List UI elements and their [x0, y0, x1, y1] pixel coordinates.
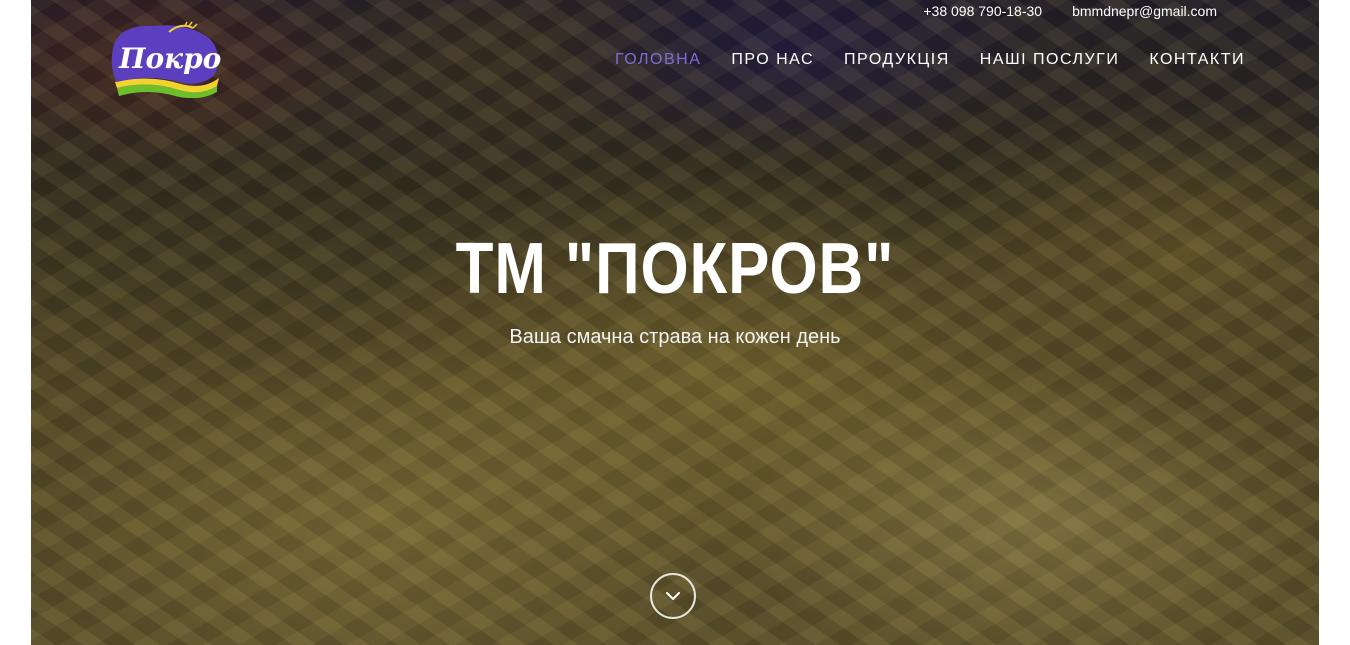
nav-item-services[interactable]: НАШІ ПОСЛУГИ	[980, 51, 1120, 69]
email-link[interactable]: bmmdnepr@gmail.com	[1072, 3, 1217, 19]
page: +38 098 790-18-30 bmmdnepr@gmail.com Пок…	[31, 0, 1319, 645]
hero-subtitle: Ваша смачна страва на кожен день	[509, 326, 841, 348]
chevron-down-icon	[666, 592, 680, 600]
main-navigation: ГОЛОВНА ПРО НАС ПРОДУКЦІЯ НАШІ ПОСЛУГИ К…	[615, 51, 1245, 69]
logo-graphic: Покров	[111, 21, 240, 99]
phone-link[interactable]: +38 098 790-18-30	[923, 3, 1042, 19]
scroll-down-button[interactable]	[650, 573, 696, 619]
hero-title: ТМ "ПОКРОВ"	[455, 229, 895, 309]
nav-item-about[interactable]: ПРО НАС	[731, 51, 814, 69]
brand-logo[interactable]: Покров	[109, 18, 240, 99]
nav-item-products[interactable]: ПРОДУКЦІЯ	[844, 51, 950, 69]
hero-overlay	[31, 0, 1319, 645]
top-contact-bar: +38 098 790-18-30 bmmdnepr@gmail.com	[923, 3, 1217, 19]
nav-item-home[interactable]: ГОЛОВНА	[615, 51, 701, 69]
nav-item-contacts[interactable]: КОНТАКТИ	[1149, 51, 1245, 69]
logo-text: Покров	[118, 42, 221, 75]
